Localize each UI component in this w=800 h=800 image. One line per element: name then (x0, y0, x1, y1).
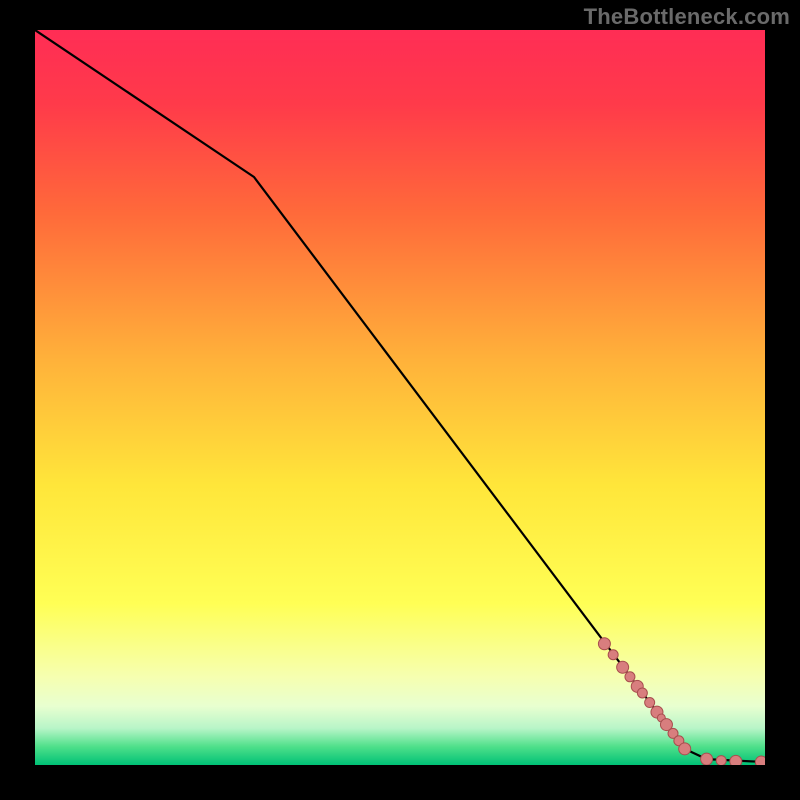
marker-dot (637, 688, 647, 698)
bottleneck-chart (35, 30, 765, 765)
marker-dot (625, 672, 635, 682)
heat-background (35, 30, 765, 765)
marker-dot (730, 755, 742, 765)
marker-dot (598, 638, 610, 650)
marker-dot (617, 661, 629, 673)
marker-dot (608, 650, 618, 660)
marker-dot (716, 756, 726, 765)
marker-dot (645, 698, 655, 708)
marker-dot (701, 753, 713, 765)
watermark-text: TheBottleneck.com (584, 4, 790, 30)
plot-area (35, 30, 765, 765)
marker-dot (679, 743, 691, 755)
chart-stage: TheBottleneck.com (0, 0, 800, 800)
